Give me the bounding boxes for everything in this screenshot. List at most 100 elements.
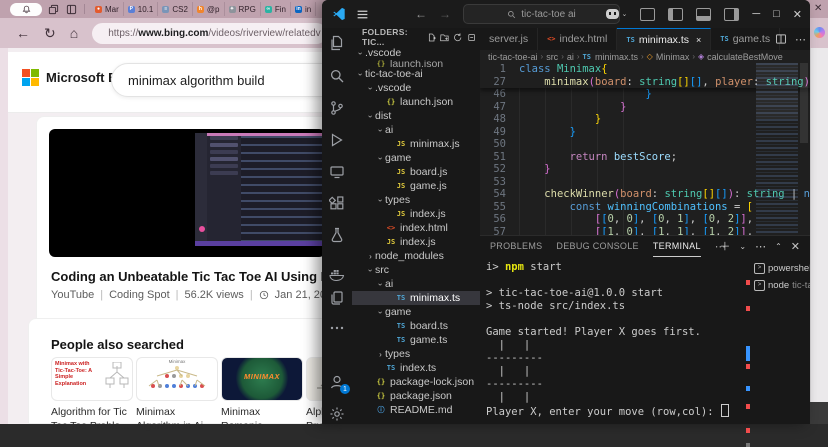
explorer-item-game[interactable]: ›game: [352, 305, 480, 319]
reload-button[interactable]: ↻: [44, 26, 56, 40]
explorer-item-.vscode[interactable]: ›.vscode: [352, 81, 480, 95]
browser-tab-Mar[interactable]: ●Mar: [91, 2, 124, 16]
browser-profile-pill[interactable]: [10, 3, 42, 16]
breadcrumbs[interactable]: tic-tac-toe-ai›src›ai›TSminimax.ts›◇Mini…: [480, 50, 810, 63]
explorer-item-board.js[interactable]: JSboard.js: [352, 165, 480, 179]
maximize-panel-icon[interactable]: ⌃: [775, 242, 782, 251]
editor-forward-button[interactable]: →: [439, 7, 451, 21]
menu-icon[interactable]: [356, 8, 369, 21]
explorer-item-package.json[interactable]: {}package.json: [352, 389, 480, 403]
explorer-item-src[interactable]: ›src: [352, 263, 480, 277]
explorer-item-.vscode[interactable]: ›.vscode: [352, 46, 480, 60]
new-terminal-icon[interactable]: ＋: [719, 238, 730, 254]
editor-tab-server.js[interactable]: server.js: [480, 28, 538, 50]
maximize-button[interactable]: □: [773, 8, 780, 20]
edge-sidebar-strip[interactable]: [810, 48, 828, 402]
run-debug-icon[interactable]: [329, 132, 345, 148]
panel-tab-terminal[interactable]: TERMINAL: [653, 236, 701, 257]
minimize-button[interactable]: ─: [752, 8, 760, 20]
new-folder-icon[interactable]: [440, 32, 449, 43]
search-icon[interactable]: [329, 68, 345, 84]
explorer-item-launch.json[interactable]: {}launch.json: [352, 60, 480, 67]
collapse-all-icon[interactable]: [467, 32, 476, 43]
explorer-item-types[interactable]: ›types: [352, 193, 480, 207]
editor-tab-game.ts[interactable]: TSgame.ts: [711, 28, 780, 50]
editor-tab-minimax.ts[interactable]: TSminimax.ts×: [617, 28, 711, 50]
breadcrumb-item[interactable]: ai: [567, 52, 574, 62]
browser-tab-RPG[interactable]: ✦RPG: [225, 2, 261, 16]
close-button[interactable]: ✕: [793, 8, 802, 21]
terminal-output[interactable]: i> npm start > tic-tac-toe-ai@1.0.0 star…: [486, 261, 729, 419]
back-button[interactable]: ←: [16, 26, 30, 40]
address-bar[interactable]: https://www.bing.com/videos/riverview/re…: [92, 23, 327, 44]
toggle-sidebar-icon[interactable]: [668, 8, 683, 21]
refresh-icon[interactable]: [453, 32, 462, 43]
explorer-item-index.js[interactable]: JSindex.js: [352, 207, 480, 221]
editor-scrollbar[interactable]: [800, 63, 808, 143]
explorer-item-package-lock.json[interactable]: {}package-lock.json: [352, 375, 480, 389]
explorer-item-launch.json[interactable]: {}launch.json: [352, 95, 480, 109]
explorer-item-game.js[interactable]: JSgame.js: [352, 179, 480, 193]
explorer-item-tic-tac-toe-ai[interactable]: ›tic-tac-toe-ai: [352, 67, 480, 81]
more-icon[interactable]: [329, 320, 345, 336]
editor-back-button[interactable]: ←: [415, 7, 427, 21]
people-searched-card[interactable]: MINIMAXMinimaxRomania: [221, 357, 302, 433]
new-file-icon[interactable]: [427, 32, 436, 43]
toggle-secondary-sidebar-icon[interactable]: [724, 8, 739, 21]
people-searched-card[interactable]: Minimax with Tic-Tac-Toe: A Simple Expla…: [51, 357, 132, 433]
close-tab-icon[interactable]: ×: [696, 35, 701, 45]
remote-explorer-icon[interactable]: [329, 164, 345, 180]
terminal-dropdown-icon[interactable]: ⌄: [739, 242, 746, 251]
breadcrumb-item[interactable]: Minimax: [656, 52, 690, 62]
split-editor-icon[interactable]: [775, 33, 787, 45]
close-panel-icon[interactable]: ✕: [791, 240, 800, 253]
browser-tab-10.1[interactable]: P10.1: [124, 2, 159, 16]
settings-icon[interactable]: [329, 406, 345, 422]
code-editor[interactable]: 1class Minimax{27 minimax(board: string[…: [480, 63, 810, 235]
source-control-icon[interactable]: [329, 100, 345, 116]
explorer-item-index.js[interactable]: JSindex.js: [352, 235, 480, 249]
explorer-item-ai[interactable]: ›ai: [352, 123, 480, 137]
explorer-item-dist[interactable]: ›dist: [352, 109, 480, 123]
browser-tab-in[interactable]: inin: [291, 2, 316, 16]
explorer-item-node_modules[interactable]: ›node_modules: [352, 249, 480, 263]
browser-tab-Fin[interactable]: ∞Fin: [261, 2, 291, 16]
breadcrumb-item[interactable]: calculateBestMove: [707, 52, 783, 62]
explorer-item-minimax.js[interactable]: JSminimax.js: [352, 137, 480, 151]
breadcrumb-item[interactable]: src: [546, 52, 558, 62]
terminal-instance-node[interactable]: >node tic-tac...: [754, 277, 810, 294]
explorer-item-minimax.ts[interactable]: TSminimax.ts: [352, 291, 480, 305]
minimap[interactable]: [756, 63, 798, 233]
vertical-tabs-icon[interactable]: [64, 3, 78, 16]
video-thumbnail[interactable]: [49, 129, 325, 257]
explorer-item-ai[interactable]: ›ai: [352, 277, 480, 291]
explorer-item-README.md[interactable]: ⓘREADME.md: [352, 403, 480, 417]
explorer-item-game[interactable]: ›game: [352, 151, 480, 165]
account-icon[interactable]: 1: [329, 374, 345, 390]
tab-groups-icon[interactable]: [46, 3, 60, 16]
explorer-item-index.ts[interactable]: TSindex.ts: [352, 361, 480, 375]
browser-tab-CS2[interactable]: ≡CS2: [158, 2, 193, 16]
home-button[interactable]: ⌂: [70, 26, 78, 40]
copilot-icon[interactable]: [814, 27, 825, 38]
customize-layout-icon[interactable]: [640, 8, 655, 21]
toggle-panel-icon[interactable]: [696, 8, 711, 21]
breadcrumb-item[interactable]: tic-tac-toe-ai: [488, 52, 538, 62]
explorer-item-board.ts[interactable]: TSboard.ts: [352, 319, 480, 333]
explorer-item-game.ts[interactable]: TSgame.ts: [352, 333, 480, 347]
copilot-menu-button[interactable]: ⌄: [606, 9, 627, 19]
extensions-icon[interactable]: [329, 195, 345, 211]
panel-tab-debug-console[interactable]: DEBUG CONSOLE: [556, 236, 638, 256]
copilot-pages-icon[interactable]: [329, 290, 345, 306]
explorer-item-index.html[interactable]: <>index.html: [352, 221, 480, 235]
panel-more-icon[interactable]: ⋯: [755, 240, 766, 253]
panel-tab-problems[interactable]: PROBLEMS: [490, 236, 542, 256]
editor-more-actions-icon[interactable]: ⋯: [795, 33, 806, 46]
explorer-icon[interactable]: [329, 35, 345, 51]
explorer-item-types[interactable]: ›types: [352, 347, 480, 361]
breadcrumb-item[interactable]: minimax.ts: [595, 52, 638, 62]
browser-close-button[interactable]: ✕: [814, 3, 822, 14]
command-center-search[interactable]: tic-tac-toe ai: [463, 4, 620, 24]
people-searched-card[interactable]: MinimaxMinimaxAlgorithm in Ai: [136, 357, 217, 433]
docker-icon[interactable]: [329, 266, 345, 282]
